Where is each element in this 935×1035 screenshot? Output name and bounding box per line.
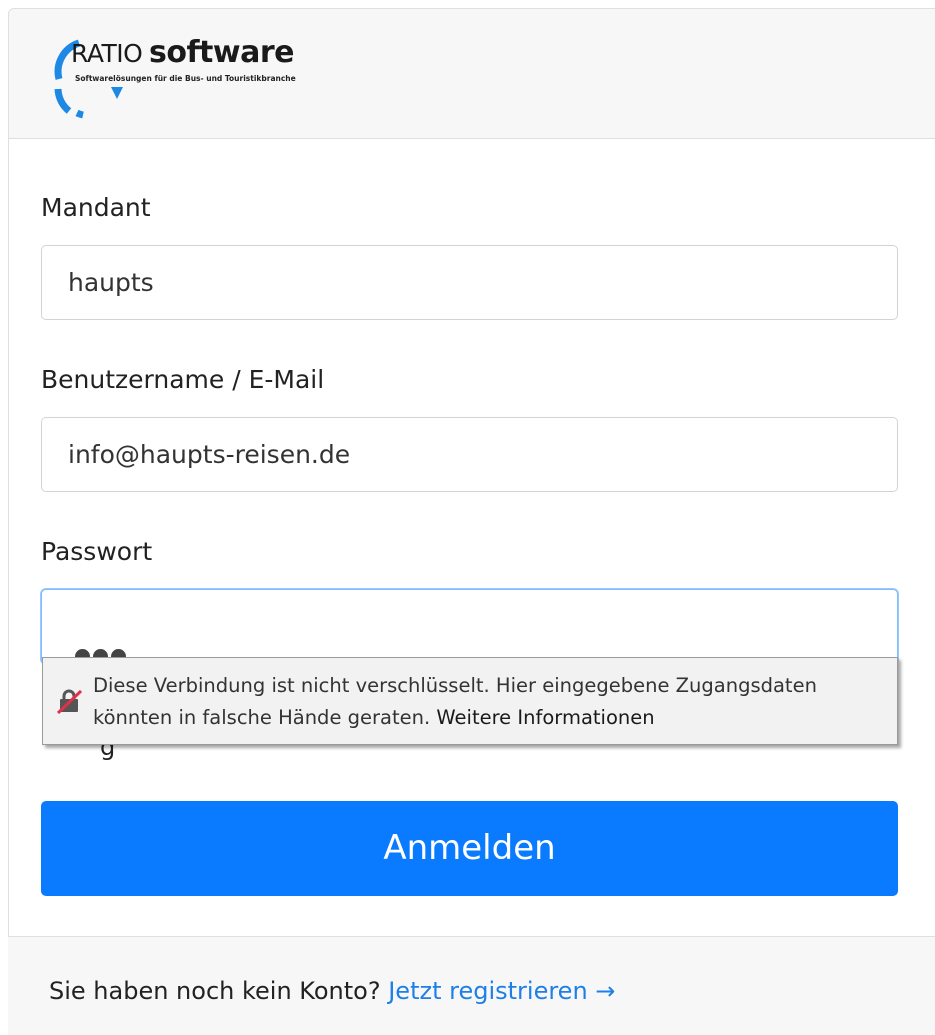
register-link[interactable]: Jetzt registrieren → xyxy=(388,977,615,1005)
username-value: info@haupts-reisen.de xyxy=(68,440,351,469)
warning-line-1: Diese Verbindung ist nicht verschlüsselt… xyxy=(93,674,817,697)
insecure-connection-warning: Diese Verbindung ist nicht verschlüsselt… xyxy=(42,657,898,745)
login-button[interactable]: Anmelden xyxy=(41,801,898,896)
username-input[interactable]: info@haupts-reisen.de xyxy=(41,417,898,492)
mandant-value: haupts xyxy=(68,268,154,297)
password-input[interactable] xyxy=(41,589,898,664)
mandant-label: Mandant xyxy=(41,193,151,222)
username-label: Benutzername / E-Mail xyxy=(41,365,325,394)
more-info-link[interactable]: Weitere Informationen xyxy=(436,706,654,729)
mandant-input[interactable]: haupts xyxy=(41,245,898,320)
insecure-lock-icon xyxy=(56,689,82,714)
logo-ratio-text: RATIO xyxy=(71,39,143,68)
password-label: Passwort xyxy=(41,537,153,566)
logo-software-text: software xyxy=(149,35,294,70)
logo-tagline: Softwarelösungen für die Bus- und Touris… xyxy=(75,74,296,83)
footer-text: Sie haben noch kein Konto? xyxy=(49,977,381,1005)
ratiosoftware-logo: RATIO software Softwarelösungen für die … xyxy=(49,35,369,121)
warning-line-2: könnten in falsche Hände geraten. xyxy=(93,706,431,729)
card-header: RATIO software Softwarelösungen für die … xyxy=(9,9,935,139)
card-footer: Sie haben noch kein Konto? Jetzt registr… xyxy=(8,936,935,1035)
